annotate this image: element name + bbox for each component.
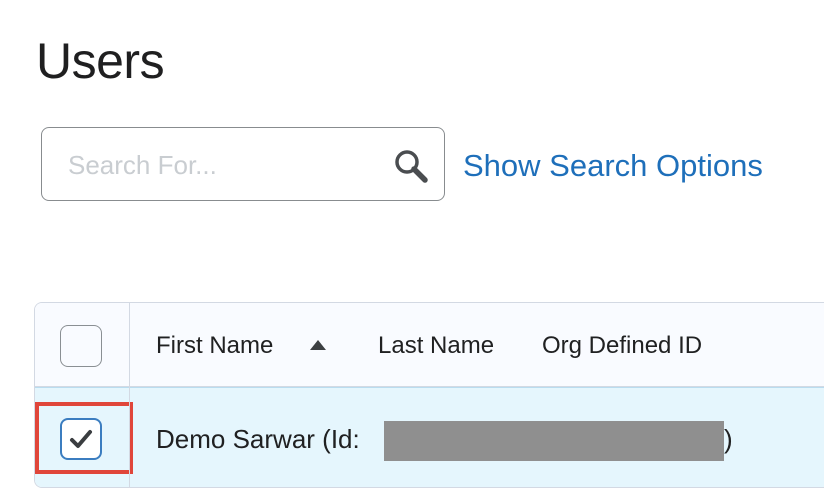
column-header-org-defined-id[interactable]: Org Defined ID [542, 331, 702, 361]
users-page: Users Show Search Options First Name Las… [0, 0, 824, 496]
sort-ascending-icon[interactable] [309, 339, 327, 351]
checkmark-icon [70, 430, 92, 448]
users-table: First Name Last Name Org Defined ID Demo… [34, 302, 824, 488]
select-all-checkbox[interactable] [60, 325, 102, 367]
row-select-checkbox[interactable] [60, 418, 102, 460]
user-name-suffix: ) [724, 424, 733, 454]
user-name: Demo Sarwar (Id: [156, 424, 360, 454]
table-header-row: First Name Last Name Org Defined ID [35, 303, 824, 387]
show-search-options-link[interactable]: Show Search Options [463, 147, 763, 185]
redacted-id [384, 421, 724, 461]
table-row: Demo Sarwar (Id: ) [35, 387, 824, 487]
column-header-first-name[interactable]: First Name [156, 331, 273, 361]
search-icon[interactable] [393, 148, 429, 184]
search-input[interactable] [68, 146, 368, 184]
search-box [41, 127, 445, 201]
page-title: Users [36, 33, 165, 89]
column-divider [129, 303, 130, 487]
column-header-last-name[interactable]: Last Name [378, 331, 494, 361]
